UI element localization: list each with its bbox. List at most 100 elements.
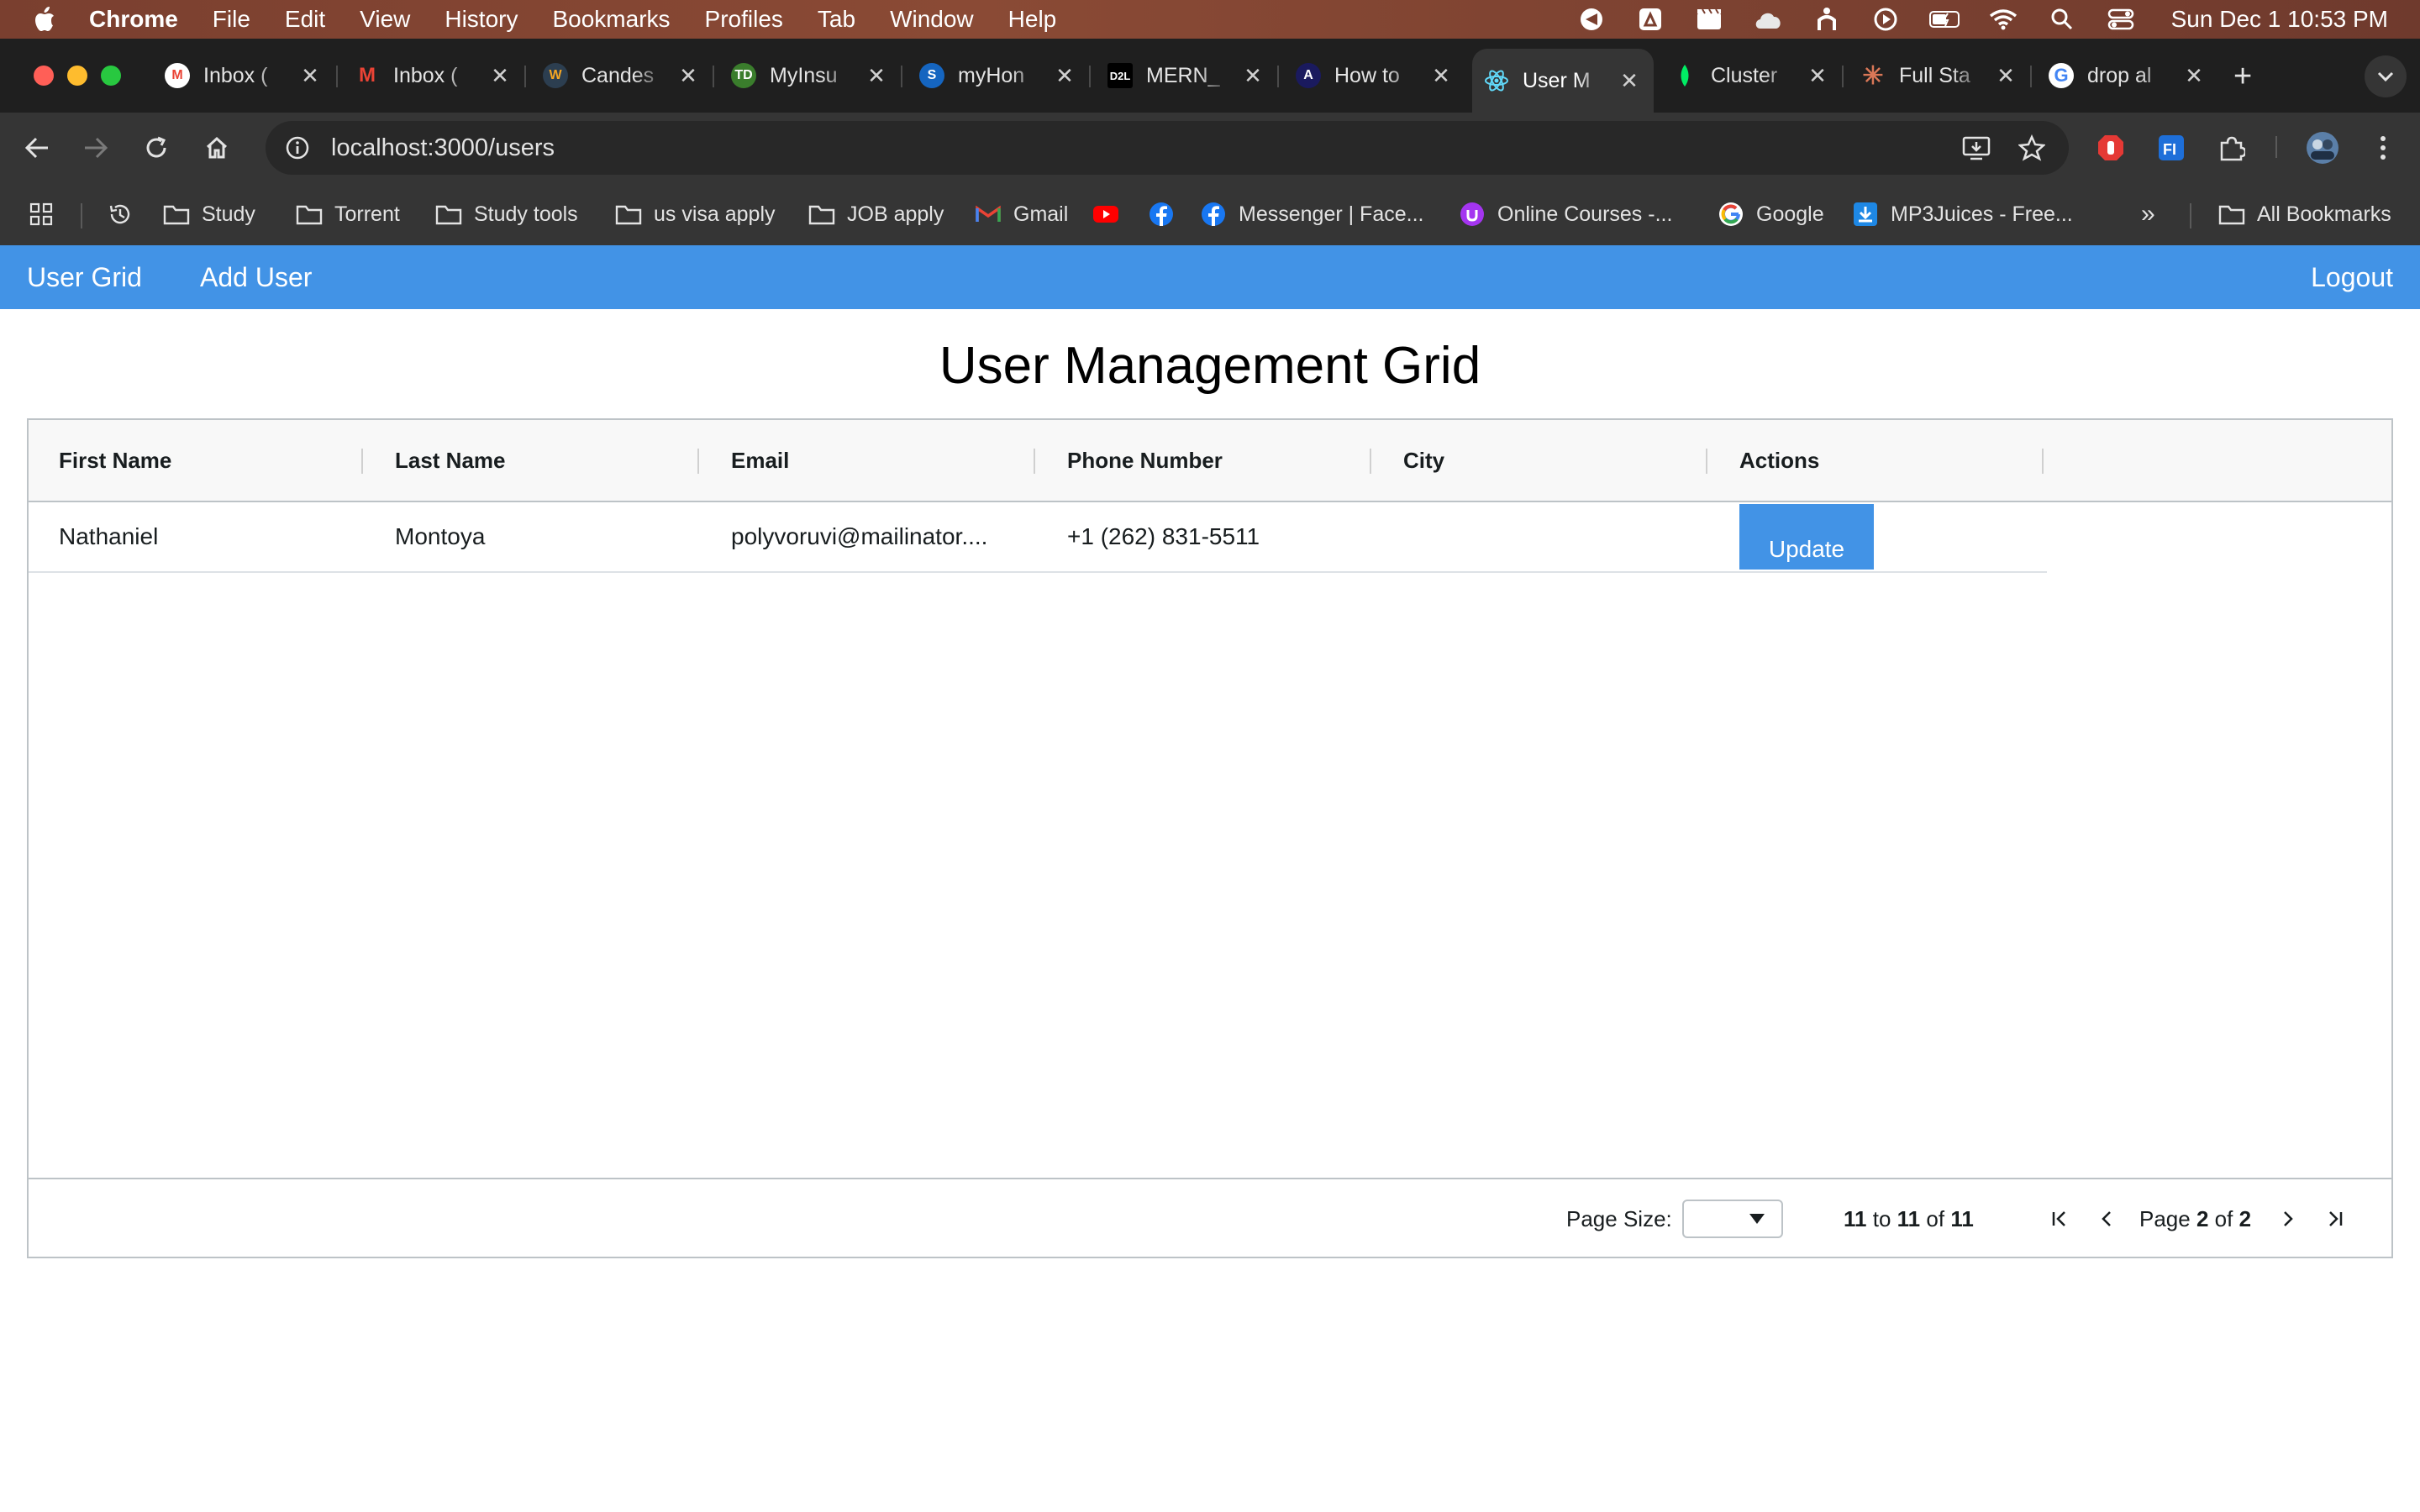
- tab-how-to[interactable]: A How to ✕: [1296, 52, 1454, 99]
- column-header-actions[interactable]: Actions: [1739, 420, 1819, 501]
- cell-last-name[interactable]: Montoya: [395, 502, 681, 571]
- profile-avatar[interactable]: [2304, 129, 2341, 166]
- reload-button[interactable]: [138, 129, 175, 166]
- menu-history[interactable]: History: [445, 6, 518, 33]
- cell-first-name[interactable]: Nathaniel: [59, 502, 345, 571]
- last-page-button[interactable]: [2321, 1205, 2349, 1233]
- tab-user-management[interactable]: User M ✕: [1472, 49, 1654, 113]
- close-icon[interactable]: ✕: [1993, 63, 2018, 88]
- nav-add-user-link[interactable]: Add User: [200, 262, 312, 293]
- column-header-city[interactable]: City: [1403, 420, 1444, 501]
- column-resize-handle[interactable]: [361, 449, 363, 474]
- tab-inbox-1[interactable]: M Inbox ( ✕: [165, 52, 323, 99]
- table-row[interactable]: Nathaniel Montoya polyvoruvi@mailinator.…: [29, 502, 2047, 573]
- search-icon[interactable]: [2047, 7, 2077, 32]
- tab-candescent[interactable]: W Candes ✕: [543, 52, 701, 99]
- cell-city[interactable]: [1403, 502, 1689, 571]
- apple-icon[interactable]: [32, 5, 59, 34]
- address-bar[interactable]: localhost:3000/users: [266, 121, 2069, 175]
- control-center-icon[interactable]: [2106, 7, 2136, 32]
- tab-full-stack[interactable]: ✳ Full Sta ✕: [1860, 52, 2018, 99]
- window-minimize-button[interactable]: [67, 66, 87, 86]
- column-header-first-name[interactable]: First Name: [59, 420, 171, 501]
- cell-phone-number[interactable]: +1 (262) 831-5511: [1067, 502, 1353, 571]
- mirror-icon[interactable]: [1576, 7, 1607, 32]
- bookmark-google[interactable]: Google: [1718, 183, 1824, 245]
- adblock-extension-icon[interactable]: [2092, 129, 2129, 166]
- bookmark-us-visa-apply[interactable]: us visa apply: [615, 183, 776, 245]
- bookmark-job-apply[interactable]: JOB apply: [808, 183, 944, 245]
- column-resize-handle[interactable]: [1034, 449, 1035, 474]
- next-page-button[interactable]: [2274, 1205, 2302, 1233]
- menu-bookmarks[interactable]: Bookmarks: [552, 6, 670, 33]
- column-resize-handle[interactable]: [697, 449, 699, 474]
- column-header-last-name[interactable]: Last Name: [395, 420, 506, 501]
- bookmark-online-courses[interactable]: Online Courses -...: [1459, 183, 1672, 245]
- back-button[interactable]: [18, 129, 55, 166]
- close-icon[interactable]: ✕: [1428, 63, 1454, 88]
- bookmark-facebook[interactable]: [1148, 183, 1186, 245]
- new-tab-button[interactable]: +: [2233, 60, 2252, 92]
- nav-user-grid-link[interactable]: User Grid: [27, 262, 142, 293]
- close-icon[interactable]: ✕: [2181, 63, 2207, 88]
- extensions-puzzle-icon[interactable]: [2213, 129, 2250, 166]
- tab-myinsurance[interactable]: TD MyInsu ✕: [731, 52, 889, 99]
- menu-window[interactable]: Window: [890, 6, 974, 33]
- close-icon[interactable]: ✕: [676, 63, 701, 88]
- home-button[interactable]: [198, 129, 235, 166]
- menu-profiles[interactable]: Profiles: [705, 6, 783, 33]
- drive-icon[interactable]: [1635, 7, 1665, 32]
- menu-help[interactable]: Help: [1008, 6, 1057, 33]
- tab-mern[interactable]: D2L MERN_ ✕: [1107, 52, 1265, 99]
- chrome-menu-button[interactable]: [2365, 129, 2402, 166]
- close-icon[interactable]: ✕: [1052, 63, 1077, 88]
- bookmark-star-icon[interactable]: [2015, 131, 2049, 165]
- all-bookmarks-button[interactable]: All Bookmarks: [2218, 183, 2391, 245]
- close-icon[interactable]: ✕: [1805, 63, 1830, 88]
- tab-search-button[interactable]: [2365, 55, 2407, 97]
- bookmark-mp3juices[interactable]: MP3Juices - Free...: [1852, 183, 2073, 245]
- close-icon[interactable]: ✕: [864, 63, 889, 88]
- battery-icon[interactable]: [1928, 7, 1960, 32]
- install-app-icon[interactable]: [1960, 131, 1993, 165]
- column-header-email[interactable]: Email: [731, 420, 789, 501]
- page-size-select[interactable]: [1682, 1200, 1783, 1238]
- menu-view[interactable]: View: [360, 6, 410, 33]
- bookmark-study[interactable]: Study: [163, 183, 255, 245]
- url-text[interactable]: localhost:3000/users: [331, 134, 555, 162]
- first-page-button[interactable]: [2045, 1205, 2074, 1233]
- column-header-phone-number[interactable]: Phone Number: [1067, 420, 1223, 501]
- play-icon[interactable]: [1870, 7, 1901, 32]
- bookmark-gmail[interactable]: Gmail: [975, 183, 1068, 245]
- close-icon[interactable]: ✕: [1617, 68, 1642, 93]
- menu-app-name[interactable]: Chrome: [89, 6, 178, 33]
- window-zoom-button[interactable]: [101, 66, 121, 86]
- fi-extension-icon[interactable]: FI: [2153, 129, 2190, 166]
- close-icon[interactable]: ✕: [1240, 63, 1265, 88]
- column-resize-handle[interactable]: [1706, 449, 1707, 474]
- update-button[interactable]: Update: [1739, 504, 1874, 570]
- bookmark-youtube[interactable]: [1092, 183, 1131, 245]
- close-icon[interactable]: ✕: [297, 63, 323, 88]
- tab-drop-all[interactable]: G drop al ✕: [2049, 52, 2207, 99]
- previous-page-button[interactable]: [2092, 1205, 2121, 1233]
- history-button[interactable]: [108, 183, 133, 245]
- menubar-clock[interactable]: Sun Dec 1 10:53 PM: [2171, 6, 2388, 33]
- tab-inbox-2[interactable]: M Inbox ( ✕: [355, 52, 513, 99]
- menu-tab[interactable]: Tab: [818, 6, 855, 33]
- accessibility-icon[interactable]: [1812, 7, 1842, 32]
- tab-myhome[interactable]: S myHon ✕: [919, 52, 1077, 99]
- window-close-button[interactable]: [34, 66, 54, 86]
- apps-grid-button[interactable]: [29, 183, 54, 245]
- nav-logout-link[interactable]: Logout: [2311, 262, 2393, 293]
- bookmark-messenger[interactable]: Messenger | Face...: [1200, 183, 1423, 245]
- cloud-icon[interactable]: [1753, 7, 1783, 32]
- clapper-icon[interactable]: [1694, 7, 1724, 32]
- wifi-icon[interactable]: [1988, 7, 2018, 32]
- site-info-icon[interactable]: [282, 133, 313, 163]
- forward-button[interactable]: [77, 129, 114, 166]
- column-resize-handle[interactable]: [2042, 449, 2044, 474]
- tab-cluster[interactable]: Cluster ✕: [1672, 52, 1830, 99]
- bookmark-study-tools[interactable]: Study tools: [435, 183, 578, 245]
- menu-edit[interactable]: Edit: [285, 6, 325, 33]
